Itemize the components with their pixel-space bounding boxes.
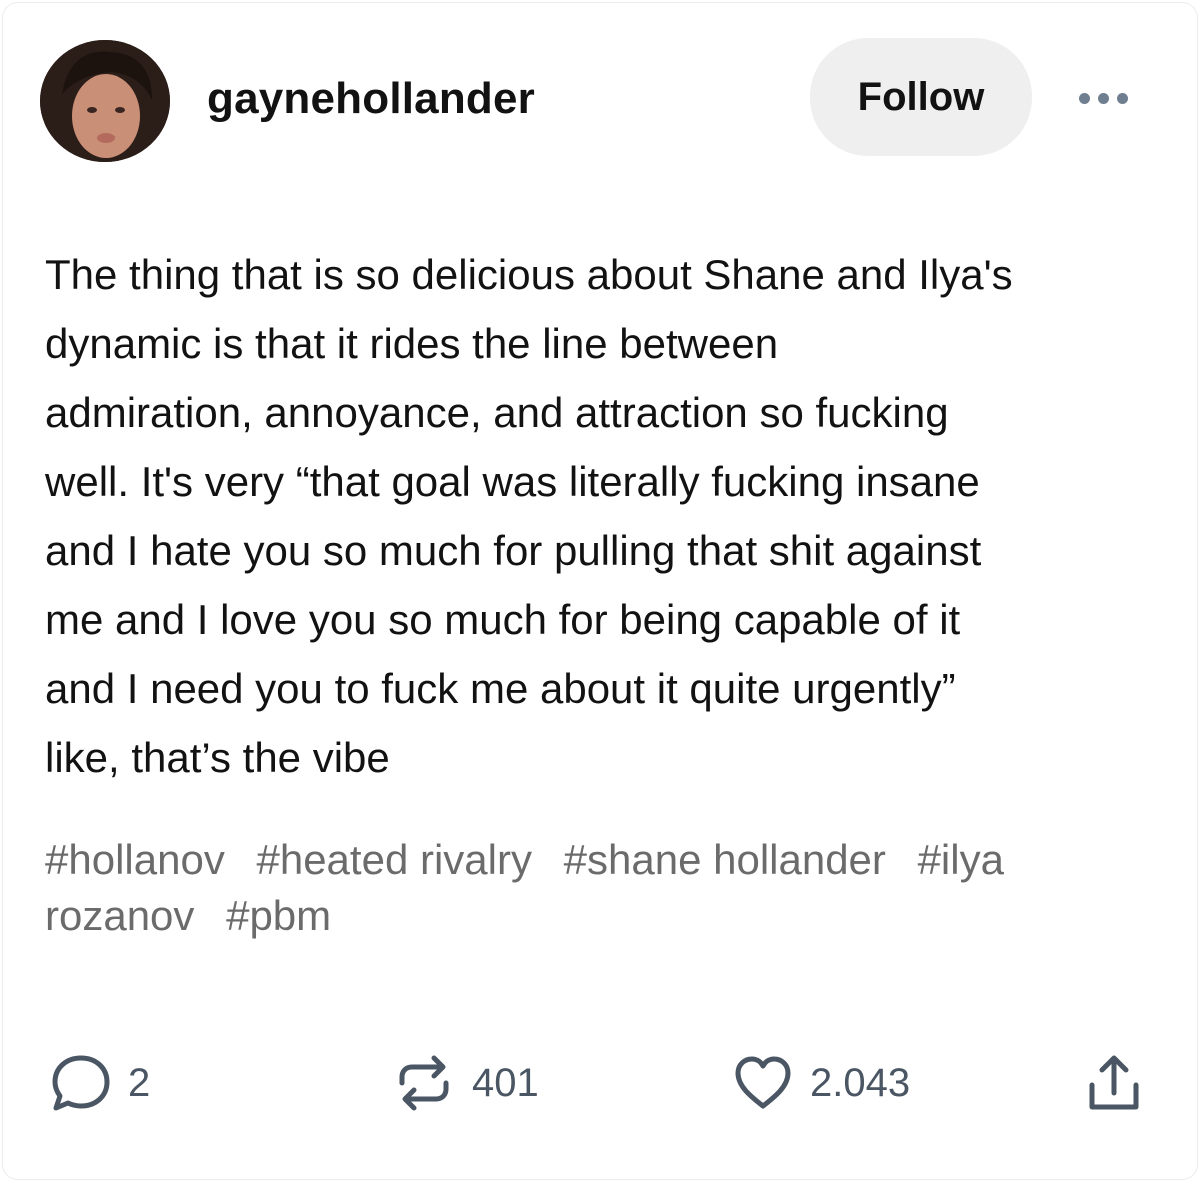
heart-icon	[730, 1050, 796, 1116]
avatar[interactable]	[40, 40, 170, 162]
like-button[interactable]: 2.043	[730, 1045, 910, 1121]
ellipsis-icon[interactable]	[1068, 78, 1138, 118]
tag-link[interactable]: #pbm	[226, 892, 331, 939]
ellipsis-dot	[1078, 92, 1090, 104]
post-text-line: well. It's very “that goal was literally…	[45, 458, 980, 505]
post-body: The thing that is so delicious about Sha…	[45, 240, 1165, 792]
post-text-line: and I need you to fuck me about it quite…	[45, 665, 956, 712]
reblog-button[interactable]: 401	[390, 1045, 539, 1121]
tag-list: #hollanov #heated rivalry #shane holland…	[45, 832, 1155, 944]
tag-link[interactable]: #heated rivalry	[256, 836, 531, 883]
like-count: 2.043	[810, 1060, 911, 1105]
ellipsis-dot	[1097, 92, 1109, 104]
post-text-line: like, that’s the vibe	[45, 734, 390, 781]
comment-icon	[48, 1050, 114, 1116]
ellipsis-dot	[1116, 92, 1128, 104]
post-text-line: dynamic is that it rides the line betwee…	[45, 320, 779, 367]
comment-count: 2	[128, 1060, 151, 1105]
share-button[interactable]	[1082, 1045, 1146, 1121]
avatar-image	[40, 40, 170, 162]
post-card: gaynehollander Follow The thing that is …	[0, 0, 1200, 1182]
follow-button[interactable]: Follow	[810, 38, 1032, 156]
post-text-line: and I hate you so much for pulling that …	[45, 527, 982, 574]
username[interactable]: gaynehollander	[207, 73, 535, 125]
tag-link[interactable]: #hollanov	[45, 836, 225, 883]
post-text-line: me and I love you so much for being capa…	[45, 596, 961, 643]
tag-link[interactable]: #shane hollander	[564, 836, 886, 883]
share-icon	[1082, 1049, 1146, 1117]
reblog-count: 401	[472, 1060, 539, 1105]
comment-button[interactable]: 2	[48, 1045, 150, 1121]
post-text-line: The thing that is so delicious about Sha…	[45, 251, 1013, 298]
post-text-line: admiration, annoyance, and attraction so…	[45, 389, 949, 436]
post-actions: 2 401 2.043	[0, 1045, 1200, 1125]
reblog-icon	[390, 1049, 458, 1117]
